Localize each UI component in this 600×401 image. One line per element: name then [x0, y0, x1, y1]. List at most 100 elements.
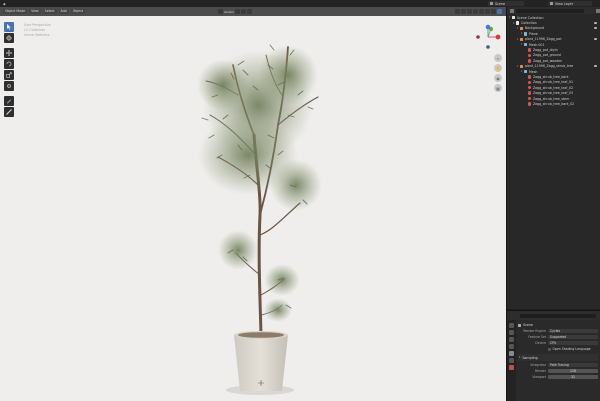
outliner-item[interactable]: Zagg_shrub_tree_bark_02 [507, 101, 600, 106]
properties-panel: Scene Render Engine Cycles Feature Set S… [506, 310, 600, 401]
visibility-icon[interactable] [455, 9, 460, 14]
osl-checkbox[interactable] [548, 347, 551, 351]
feature-set-dropdown[interactable]: Supported [548, 334, 598, 340]
transform-tool[interactable] [4, 81, 14, 91]
top-menu: ◆ [0, 2, 6, 6]
zoom-icon[interactable]: ⌕ [494, 54, 502, 62]
scale-icon [6, 72, 12, 78]
object-icon [520, 64, 524, 68]
view-layer-selector[interactable]: View Layer [548, 1, 592, 6]
render-samples-label: Render [534, 369, 546, 373]
outliner-tree: ▾ Scene Collection ▾ Collection ▾ Background ▾… [507, 14, 600, 107]
world-tab-icon[interactable] [509, 358, 514, 363]
integrator-label: Integrator [530, 363, 547, 367]
solid-shading-icon[interactable] [485, 9, 490, 14]
osl-label: Open Shading Language [552, 347, 591, 351]
camera-view-icon[interactable]: ◉ [494, 74, 502, 82]
display-mode-icon[interactable] [510, 8, 514, 13]
object-tab-icon[interactable] [509, 365, 514, 370]
render-samples-field[interactable]: 128 [548, 368, 598, 374]
move-arrows-icon [6, 50, 12, 56]
rendered-shading-icon[interactable] [497, 9, 502, 14]
output-tab-icon[interactable] [509, 337, 514, 342]
menu-view[interactable]: View [29, 9, 41, 14]
collection-icon [512, 16, 516, 20]
render-tab-icon[interactable] [509, 330, 514, 335]
transform-icon [7, 84, 11, 88]
3d-viewport[interactable]: Object Mode View Select Add Object Globa… [0, 7, 506, 401]
visibility-eye-icon[interactable] [594, 38, 597, 41]
outliner-header [507, 7, 600, 14]
transform-orientation-icon[interactable] [218, 9, 223, 14]
view-layer-tab-icon[interactable] [509, 344, 514, 349]
neg-x-axis-icon[interactable] [476, 35, 480, 39]
crosshair-icon [6, 35, 12, 41]
outliner-item-label: Zagg_shrub_tree_stem [532, 96, 570, 101]
wireframe-shading-icon[interactable] [479, 9, 484, 14]
rotate-tool[interactable] [4, 59, 14, 69]
viewport-shading-controls [455, 9, 502, 14]
viewport-samples-field[interactable]: 32 [548, 374, 598, 380]
select-box-tool[interactable] [4, 22, 14, 32]
viewport-header: Object Mode View Select Add Object Globa… [0, 7, 506, 16]
neg-z-axis-icon[interactable] [486, 45, 490, 49]
scene-selector[interactable]: Scene [488, 1, 524, 6]
move-tool[interactable] [4, 48, 14, 58]
outliner-item-label: plant_11996_Zagg_pot [524, 37, 562, 42]
navigation-gizmo[interactable] [475, 24, 501, 50]
rotate-icon [6, 61, 12, 67]
gizmo-toggle-icon[interactable] [461, 9, 466, 14]
olive-tree-render [197, 44, 322, 395]
outliner-search-input[interactable] [516, 8, 584, 13]
menu-add[interactable]: Add [58, 9, 69, 14]
mode-label: Object Mode [5, 9, 26, 13]
pivot-icon[interactable] [234, 9, 240, 14]
blender-logo-icon[interactable]: ◆ [3, 2, 6, 6]
render-engine-dropdown[interactable]: Cycles [548, 328, 598, 334]
chevron-down-icon: ▾ [519, 356, 521, 359]
integrator-dropdown[interactable]: Path Tracing [548, 362, 598, 368]
orientation-label[interactable]: Global [224, 10, 234, 14]
device-label: Device [535, 341, 546, 345]
properties-search-input[interactable] [520, 313, 596, 318]
collection-icon [516, 21, 520, 25]
visibility-eye-icon[interactable] [594, 65, 597, 68]
sampling-section-header[interactable]: ▾ Sampling [518, 354, 598, 361]
menu-object[interactable]: Object [70, 9, 86, 14]
visibility-eye-icon[interactable] [594, 27, 597, 30]
x-axis-icon[interactable] [495, 34, 501, 40]
snap-icon[interactable] [240, 9, 246, 14]
z-axis-icon[interactable] [485, 24, 491, 30]
xray-icon[interactable] [473, 9, 478, 14]
ruler-icon [6, 109, 12, 115]
ortho-grid-icon[interactable]: ▦ [494, 84, 502, 92]
material-icon [528, 59, 532, 63]
overlay-toggle-icon[interactable] [467, 9, 472, 14]
cursor-tool[interactable] [4, 33, 14, 43]
measure-tool[interactable] [4, 107, 14, 117]
scene-stats: Scene Statistics [24, 33, 50, 37]
visibility-eye-icon[interactable] [594, 22, 597, 25]
pan-hand-icon[interactable]: ✋ [494, 64, 502, 72]
object-icon [520, 37, 524, 41]
filter-icon[interactable] [596, 8, 600, 13]
outliner-item-label: Zagg_pot_wooden [532, 58, 563, 63]
annotate-tool[interactable] [4, 96, 14, 106]
outliner-item-label: Zagg_shrub_tree_leaf_03 [532, 91, 573, 96]
tool-tab-icon[interactable] [509, 323, 514, 328]
scene-tab-icon[interactable] [509, 351, 514, 356]
scale-tool[interactable] [4, 70, 14, 80]
outliner-item-label: Zagg_shrub_tree_leaf_01 [532, 80, 573, 85]
mesh-icon [524, 42, 528, 47]
material-shading-icon[interactable] [491, 9, 496, 14]
object-mode-dropdown[interactable]: Object Mode [3, 9, 28, 14]
proportional-edit-icon[interactable] [246, 9, 252, 14]
outliner-item-label: Collection [520, 21, 537, 26]
material-icon [528, 96, 532, 101]
outliner-item-label: plant_11996_Zagg_shrub_tree [524, 64, 574, 69]
menu-select[interactable]: Select [42, 9, 57, 14]
outliner-item-label: Scene Collection [516, 15, 544, 20]
sampling-title: Sampling [522, 355, 538, 360]
properties-body: Scene Render Engine Cycles Feature Set S… [518, 322, 598, 380]
device-dropdown[interactable]: CPU [548, 340, 598, 346]
